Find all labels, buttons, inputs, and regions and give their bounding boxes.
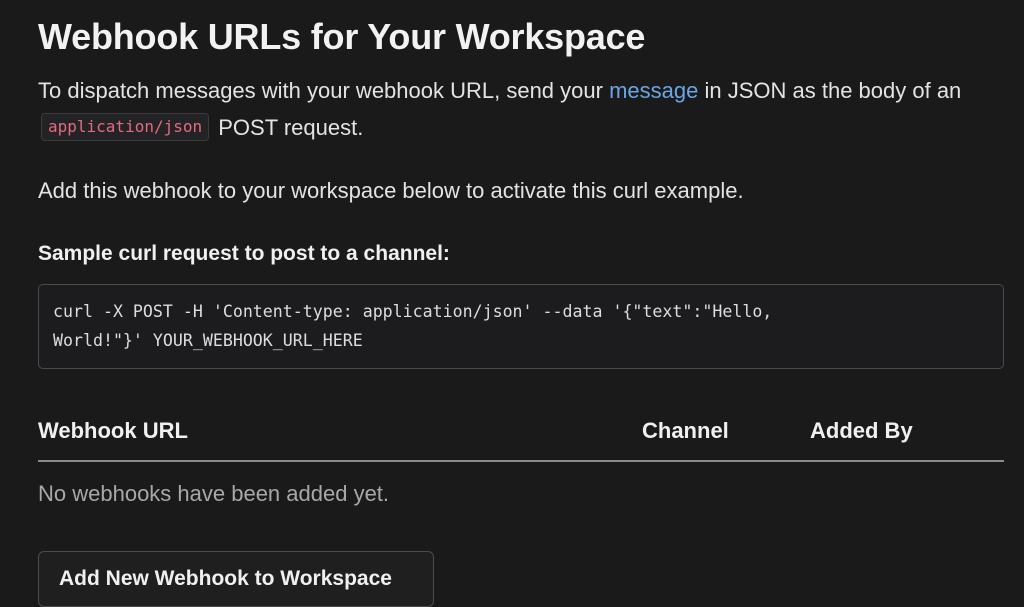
dispatch-description: To dispatch messages with your webhook U… bbox=[38, 72, 998, 146]
empty-webhooks-message: No webhooks have been added yet. bbox=[38, 481, 390, 506]
add-webhook-button[interactable]: Add New Webhook to Workspace bbox=[38, 551, 434, 607]
webhook-settings-page: Webhook URLs for Your Workspace To dispa… bbox=[38, 0, 1004, 607]
channel-column-header: Channel bbox=[642, 418, 729, 443]
sample-curl-heading: Sample curl request to post to a channel… bbox=[38, 242, 450, 265]
content-type-code: application/json bbox=[41, 113, 210, 141]
dispatch-description-end: POST request. bbox=[212, 115, 364, 140]
activation-note: Add this webhook to your workspace below… bbox=[38, 178, 744, 203]
dispatch-description-middle: in JSON as the body of an bbox=[698, 78, 962, 103]
webhook-url-column-header: Webhook URL bbox=[38, 418, 188, 443]
added-by-column-header: Added By bbox=[810, 418, 913, 443]
dispatch-description-start: To dispatch messages with your webhook U… bbox=[38, 78, 610, 103]
page-title: Webhook URLs for Your Workspace bbox=[38, 16, 646, 57]
table-divider bbox=[38, 460, 1004, 462]
webhook-table-header: Webhook URL Channel Added By bbox=[38, 406, 1004, 456]
sample-curl-code-block: curl -X POST -H 'Content-type: applicati… bbox=[38, 284, 1004, 369]
message-link[interactable]: message bbox=[609, 78, 698, 103]
